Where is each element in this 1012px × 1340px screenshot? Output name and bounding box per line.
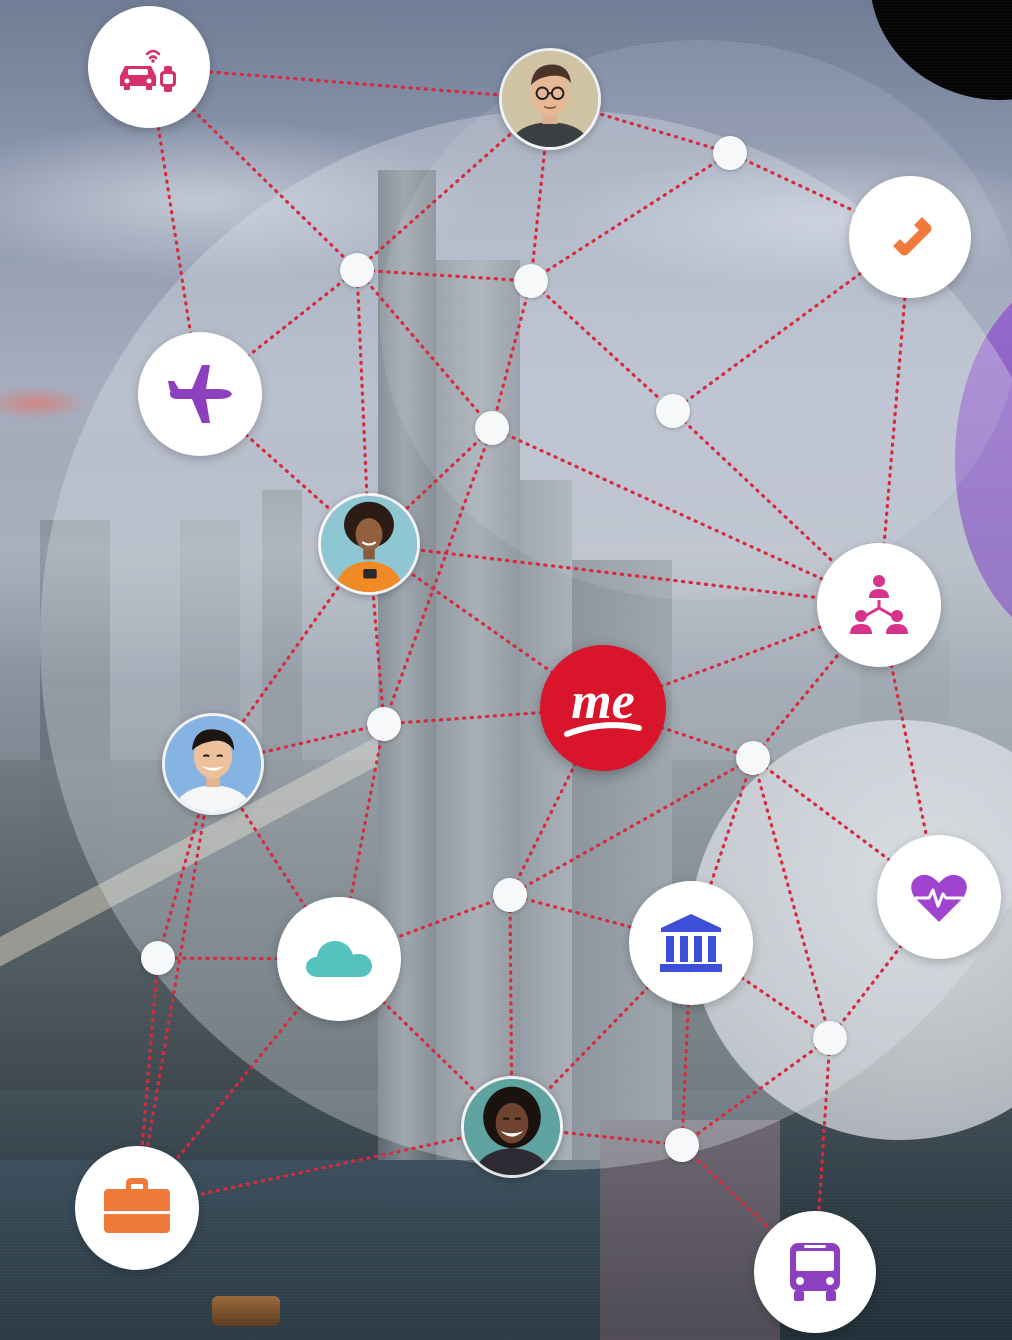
smiling-young-man-avatar[interactable] bbox=[162, 713, 264, 815]
junction-dot bbox=[665, 1128, 699, 1162]
transport-node[interactable] bbox=[754, 1211, 876, 1333]
network-link bbox=[529, 151, 732, 283]
woman-orange-sweater-avatar[interactable] bbox=[318, 493, 420, 595]
person-photo bbox=[321, 496, 417, 592]
bank-icon bbox=[660, 914, 722, 972]
organization-chart-icon bbox=[850, 575, 908, 634]
network-link bbox=[490, 426, 881, 607]
junction-dot bbox=[475, 411, 509, 445]
person-photo bbox=[502, 51, 598, 147]
network-link bbox=[490, 279, 533, 430]
network-link bbox=[529, 279, 675, 413]
person-photo bbox=[165, 716, 261, 812]
network-link bbox=[751, 756, 832, 1040]
network-illustration: me bbox=[0, 0, 1012, 1340]
junction-dot bbox=[493, 878, 527, 912]
person-photo bbox=[464, 1079, 560, 1175]
connected-car-node[interactable] bbox=[88, 6, 210, 128]
briefcase-icon bbox=[104, 1178, 170, 1233]
travel-node[interactable] bbox=[138, 332, 262, 456]
junction-dot bbox=[514, 264, 548, 298]
network-link bbox=[355, 268, 494, 430]
organization-node[interactable] bbox=[817, 543, 941, 667]
junction-dot bbox=[813, 1021, 847, 1055]
network-link bbox=[355, 268, 533, 283]
network-link bbox=[508, 756, 755, 897]
work-node[interactable] bbox=[75, 1146, 199, 1270]
cloud-icon bbox=[306, 941, 372, 977]
junction-dot bbox=[736, 741, 770, 775]
junction-dot bbox=[713, 136, 747, 170]
junction-dot bbox=[367, 707, 401, 741]
cloud-node[interactable] bbox=[277, 897, 401, 1021]
plane-icon bbox=[168, 365, 232, 423]
phone-icon bbox=[893, 217, 932, 256]
junction-dot bbox=[656, 394, 690, 428]
bus-icon bbox=[790, 1243, 840, 1301]
me-logo: me bbox=[564, 673, 642, 737]
bank-node[interactable] bbox=[629, 881, 753, 1005]
me-logo-text: me bbox=[571, 673, 635, 730]
smiling-woman-avatar[interactable] bbox=[461, 1076, 563, 1178]
network-link bbox=[680, 1036, 832, 1147]
health-node[interactable] bbox=[877, 835, 1001, 959]
car-smartwatch-icon bbox=[120, 49, 176, 92]
me-logo-badge[interactable]: me bbox=[540, 645, 666, 771]
junction-dot bbox=[141, 941, 175, 975]
man-with-glasses-avatar[interactable] bbox=[499, 48, 601, 150]
phone-node[interactable] bbox=[849, 176, 971, 298]
heart-pulse-icon bbox=[911, 874, 967, 922]
junction-dot bbox=[340, 253, 374, 287]
network-link bbox=[135, 762, 215, 1210]
